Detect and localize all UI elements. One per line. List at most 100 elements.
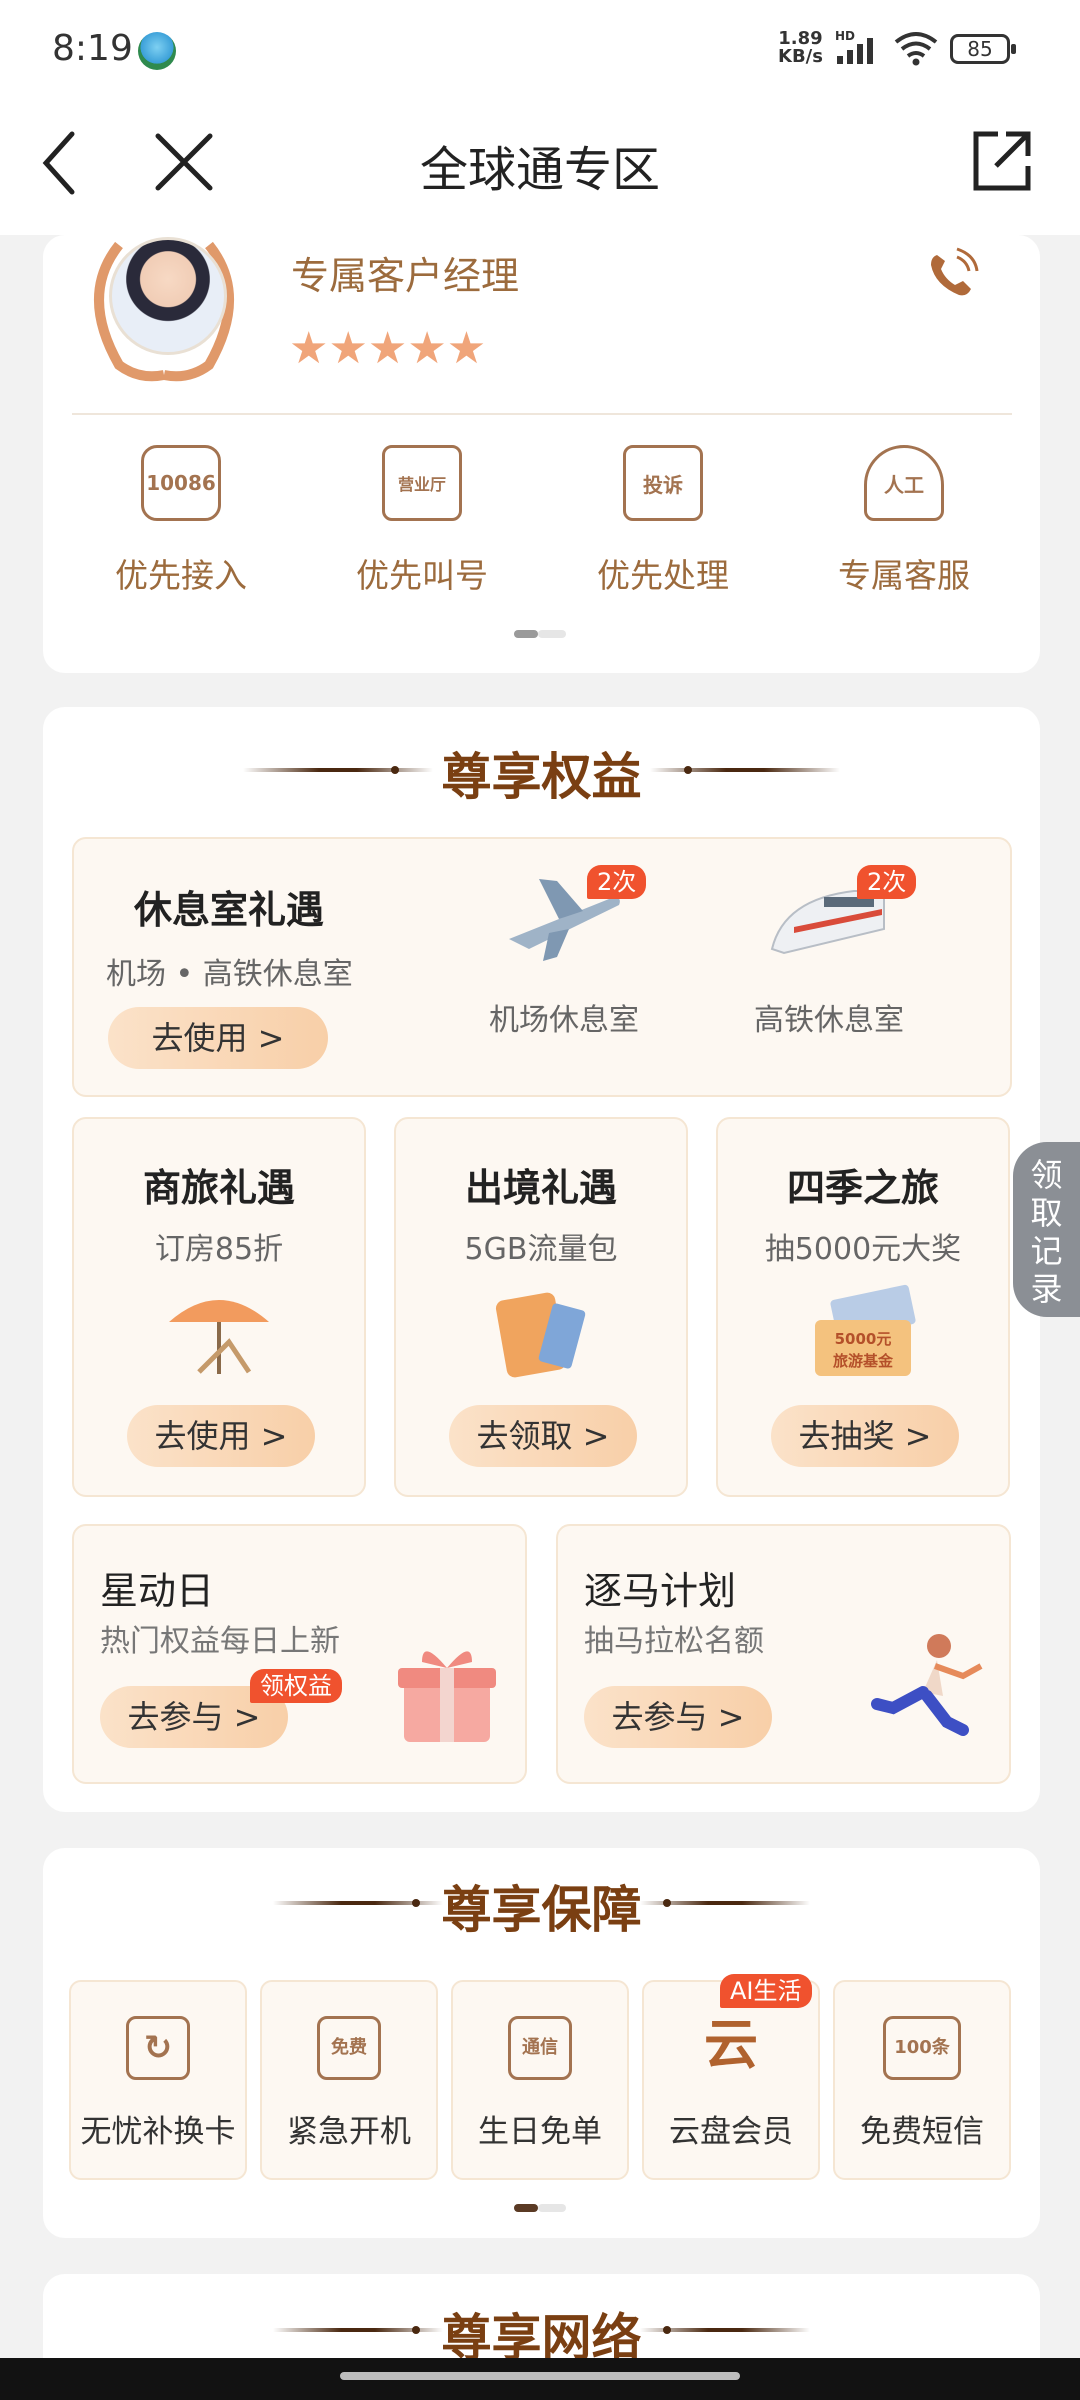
section-title: 尊享保障 — [441, 1881, 642, 1939]
lounge-use-button[interactable]: 去使用 > — [108, 1007, 328, 1069]
ticket-fund: 旅游基金 — [833, 1352, 894, 1370]
service-priority-handling[interactable]: 投诉 优先处理 — [573, 445, 753, 597]
status-bar: 8:19 1.89 KB/s HD 85 — [0, 0, 1080, 100]
page-indicator — [514, 630, 566, 638]
service-label: 专属客服 — [838, 556, 970, 595]
envelope-sms-icon: 100条 — [883, 2016, 961, 2080]
nav-bar: 全球通专区 — [0, 100, 1080, 235]
guarantee-item-sim-swap[interactable]: ↻ 无忧补换卡 — [69, 1980, 247, 2180]
service-label: 优先叫号 — [356, 556, 488, 595]
title-line-right — [640, 2328, 810, 2332]
guarantee-label: 免费短信 — [860, 2114, 984, 2150]
runner-icon — [871, 1634, 983, 1736]
manager-avatar[interactable] — [79, 235, 249, 385]
status-time: 8:19 — [52, 28, 133, 69]
emergency-phone-icon: 免费 — [317, 2016, 381, 2080]
claim-records-side-button[interactable]: 领取记录 — [1013, 1142, 1080, 1317]
card-title: 四季之旅 — [786, 1166, 939, 1210]
card-lottery-button[interactable]: 去抽奖 > — [771, 1405, 959, 1467]
star-day-card[interactable]: 星动日 热门权益每日上新 去参与 > 领权益 — [72, 1524, 527, 1784]
passport-ticket-icon — [495, 1292, 586, 1378]
sim-card-swap-icon: ↻ — [126, 2016, 190, 2080]
network-card: 尊享网络 — [43, 2274, 1040, 2358]
card-title: 逐马计划 — [584, 1569, 737, 1613]
lounge-panel[interactable]: 休息室礼遇 机场 • 高铁休息室 去使用 > 2次 机场休息室 2次 高铁休息室 — [72, 837, 1012, 1097]
wifi-icon — [894, 32, 938, 66]
cloud-drive-icon: 云 — [704, 2013, 758, 2076]
phone-icon[interactable] — [923, 247, 979, 303]
benefits-card: 尊享权益 休息室礼遇 机场 • 高铁休息室 去使用 > 2次 机场休息室 2次 … — [43, 707, 1040, 1812]
guarantee-label: 无忧补换卡 — [80, 2114, 236, 2150]
home-indicator[interactable] — [340, 2372, 740, 2380]
guarantee-label: 紧急开机 — [287, 2114, 411, 2150]
card-claim-button[interactable]: 去领取 > — [449, 1405, 637, 1467]
outbound-travel-card[interactable]: 出境礼遇 5GB流量包 去领取 > — [394, 1117, 688, 1497]
system-gesture-bar — [0, 2358, 1080, 2400]
manager-photo — [109, 237, 227, 355]
travel-fund-ticket-icon: 5000元 旅游基金 — [815, 1284, 916, 1376]
account-manager-card: 专属客户经理 ★★★★★ 10086 优先接入 营业厅 优先叫号 投诉 优先处理… — [43, 235, 1040, 673]
marathon-plan-card[interactable]: 逐马计划 抽马拉松名额 去参与 > — [556, 1524, 1011, 1784]
airport-lounge-item[interactable]: 2次 机场休息室 — [474, 865, 654, 1069]
page-indicator — [514, 2204, 566, 2212]
train-lounge-item[interactable]: 2次 高铁休息室 — [739, 865, 919, 1069]
card-subtitle: 订房85折 — [154, 1232, 284, 1267]
airport-lounge-label: 机场休息室 — [489, 1003, 639, 1038]
divider — [72, 413, 1012, 415]
service-exclusive-support[interactable]: 人工 专属客服 — [814, 445, 994, 597]
service-hall-icon: 营业厅 — [382, 445, 462, 521]
network-speed-unit: KB/s — [778, 46, 823, 67]
four-seasons-card[interactable]: 四季之旅 抽5000元大奖 5000元 旅游基金 去抽奖 > — [716, 1117, 1010, 1497]
title-line-right — [650, 768, 840, 772]
card-subtitle: 5GB流量包 — [464, 1232, 618, 1267]
card-title: 星动日 — [100, 1569, 215, 1613]
guarantee-card: 尊享保障 ↻ 无忧补换卡 免费 紧急开机 通信 生日免单 云 云盘会员 AI生活… — [43, 1848, 1040, 2238]
headset-agent-icon: 人工 — [864, 445, 944, 521]
service-label: 优先处理 — [597, 556, 729, 595]
share-icon[interactable] — [970, 128, 1034, 194]
lounge-subtitle: 机场 • 高铁休息室 — [106, 957, 353, 992]
ticket-amount: 5000元 — [835, 1330, 892, 1348]
complaint-box-icon: 投诉 — [623, 445, 703, 521]
guarantee-item-sms[interactable]: 100条 免费短信 — [833, 1980, 1011, 2180]
birthday-cake-icon: 通信 — [508, 2016, 572, 2080]
star-icons: ★★★★★ — [289, 323, 487, 374]
business-travel-card[interactable]: 商旅礼遇 订房85折 去使用 > — [72, 1117, 366, 1497]
network-speed: 1.89 KB/s — [778, 30, 823, 66]
lounge-title: 休息室礼遇 — [134, 888, 325, 932]
section-title: 尊享网络 — [441, 2309, 642, 2358]
marathon-join-button[interactable]: 去参与 > — [584, 1686, 772, 1748]
beach-umbrella-chair-icon — [169, 1300, 269, 1374]
section-title: 尊享权益 — [441, 748, 642, 806]
gift-box-icon — [398, 1651, 496, 1742]
service-priority-queue[interactable]: 营业厅 优先叫号 — [332, 445, 512, 597]
chat-bubble-10086-icon: 10086 — [141, 445, 221, 521]
app-notification-icon — [138, 32, 176, 70]
cellular-signal-icon: HD — [835, 30, 873, 64]
card-title: 出境礼遇 — [464, 1166, 617, 1210]
title-line-right — [640, 1901, 810, 1905]
page-title: 全球通专区 — [419, 142, 660, 198]
card-subtitle: 热门权益每日上新 — [100, 1624, 340, 1659]
rating-stars: ★★★★★ — [289, 327, 486, 371]
guarantee-label: 云盘会员 — [669, 2114, 793, 2150]
airport-count-badge: 2次 — [587, 865, 647, 899]
manager-title: 专属客户经理 — [291, 254, 520, 298]
ai-life-badge: AI生活 — [720, 1974, 812, 2008]
train-count-badge: 2次 — [857, 865, 917, 899]
guarantee-item-cloud[interactable]: 云 云盘会员 AI生活 — [642, 1974, 820, 2180]
service-priority-access[interactable]: 10086 优先接入 — [91, 445, 271, 597]
guarantee-item-emergency[interactable]: 免费 紧急开机 — [260, 1980, 438, 2180]
hd-label: HD — [835, 30, 855, 43]
claim-records-label: 领取记录 — [1030, 1156, 1063, 1308]
card-subtitle: 抽5000元大奖 — [764, 1232, 962, 1267]
card-title: 商旅礼遇 — [142, 1166, 295, 1210]
card-use-button[interactable]: 去使用 > — [127, 1405, 315, 1467]
train-lounge-label: 高铁休息室 — [754, 1003, 904, 1038]
guarantee-label: 生日免单 — [478, 2114, 602, 2150]
battery-indicator: 85 — [950, 34, 1016, 64]
service-label: 优先接入 — [115, 556, 247, 595]
guarantee-item-birthday[interactable]: 通信 生日免单 — [451, 1980, 629, 2180]
card-subtitle: 抽马拉松名额 — [584, 1624, 764, 1659]
claim-benefit-badge: 领权益 — [250, 1669, 342, 1703]
